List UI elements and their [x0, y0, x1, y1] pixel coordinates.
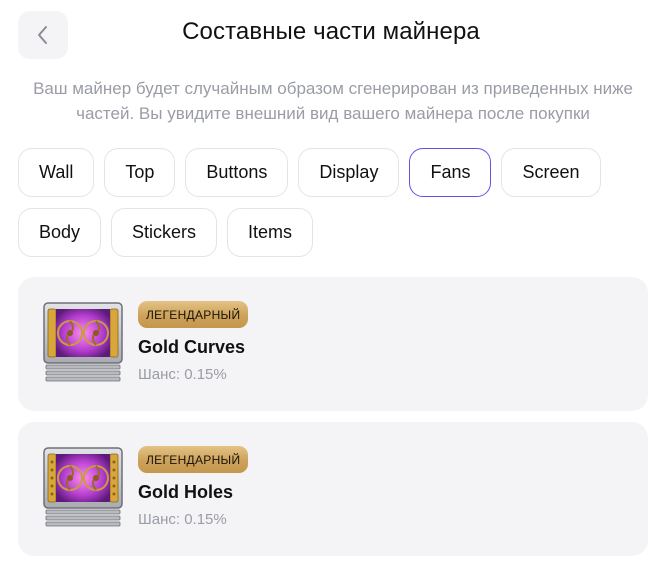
gold-curves-fans-icon — [43, 302, 123, 382]
category-tabs: Wall Top Buttons Display Fans Screen Bod… — [18, 148, 648, 257]
page-description: Ваш майнер будет случайным образом сгене… — [33, 79, 633, 123]
miner-parts-page: Составные части майнера Ваш майнер будет… — [0, 0, 662, 565]
rarity-badge: ЛЕГЕНДАРНЫЙ — [138, 446, 249, 473]
tab-buttons[interactable]: Buttons — [185, 148, 289, 197]
tab-top[interactable]: Top — [104, 148, 176, 197]
part-name: Gold Holes — [138, 482, 234, 502]
tab-display[interactable]: Display — [298, 148, 400, 197]
tab-wall[interactable]: Wall — [18, 148, 95, 197]
tab-stickers[interactable]: Stickers — [111, 208, 218, 257]
part-card: ЛЕГЕНДАРНЫЙ Gold Curves Шанс: 0.15% — [18, 277, 648, 411]
page-title: Составные части майнера — [182, 18, 480, 45]
part-chance: Шанс: 0.15% — [138, 366, 227, 383]
part-card: ЛЕГЕНДАРНЫЙ Gold Holes Шанс: 0.15% — [18, 422, 648, 556]
tab-fans[interactable]: Fans — [409, 148, 492, 197]
tab-body[interactable]: Body — [18, 208, 102, 257]
part-chance: Шанс: 0.15% — [138, 511, 227, 528]
tab-screen[interactable]: Screen — [501, 148, 601, 197]
rarity-badge: ЛЕГЕНДАРНЫЙ — [138, 301, 249, 328]
gold-holes-fans-icon — [43, 447, 123, 527]
tab-items[interactable]: Items — [227, 208, 314, 257]
part-name: Gold Curves — [138, 337, 246, 357]
parts-list: ЛЕГЕНДАРНЫЙ Gold Curves Шанс: 0.15% ЛЕГЕ… — [18, 277, 648, 565]
